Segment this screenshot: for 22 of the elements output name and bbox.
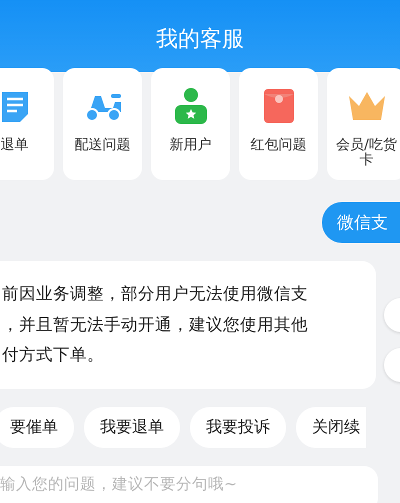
category-label: 会员/吃货卡 xyxy=(335,138,398,168)
quick-reply-chip[interactable]: 我要退单 xyxy=(84,406,180,448)
quick-reply-chip[interactable]: 我要投诉 xyxy=(190,406,286,448)
category-label: 红包问题 xyxy=(250,138,308,153)
page-title: 我的客服 xyxy=(156,26,244,54)
category-label: 新用户 xyxy=(168,138,212,153)
envelope-icon xyxy=(262,88,294,124)
quick-reply-chip[interactable]: 关闭续 xyxy=(296,406,366,448)
document-icon xyxy=(0,90,30,122)
category-label: 退单 xyxy=(0,138,30,153)
category-label: 配送问题 xyxy=(74,138,132,153)
category-card[interactable]: 红包问题 xyxy=(239,68,318,180)
quick-reply-chip[interactable]: 要催单 xyxy=(0,406,74,448)
category-card[interactable]: 配送问题 xyxy=(63,68,142,180)
user-message-bubble: 微信支 xyxy=(322,202,400,243)
bot-message-text: 前因业务调整，部分用户无法使用微信支，并且暂无法手动开通，建议您使用其他付方式下单。 xyxy=(2,283,309,366)
person-icon xyxy=(172,87,208,125)
category-card[interactable]: 会员/吃货卡 xyxy=(327,68,400,180)
message-input-field[interactable]: 输入您的问题，建议不要分句哦~ xyxy=(0,466,378,503)
category-card[interactable]: 退单 xyxy=(0,68,54,180)
crown-icon xyxy=(346,90,386,122)
category-card[interactable]: 新用户 xyxy=(151,68,230,180)
